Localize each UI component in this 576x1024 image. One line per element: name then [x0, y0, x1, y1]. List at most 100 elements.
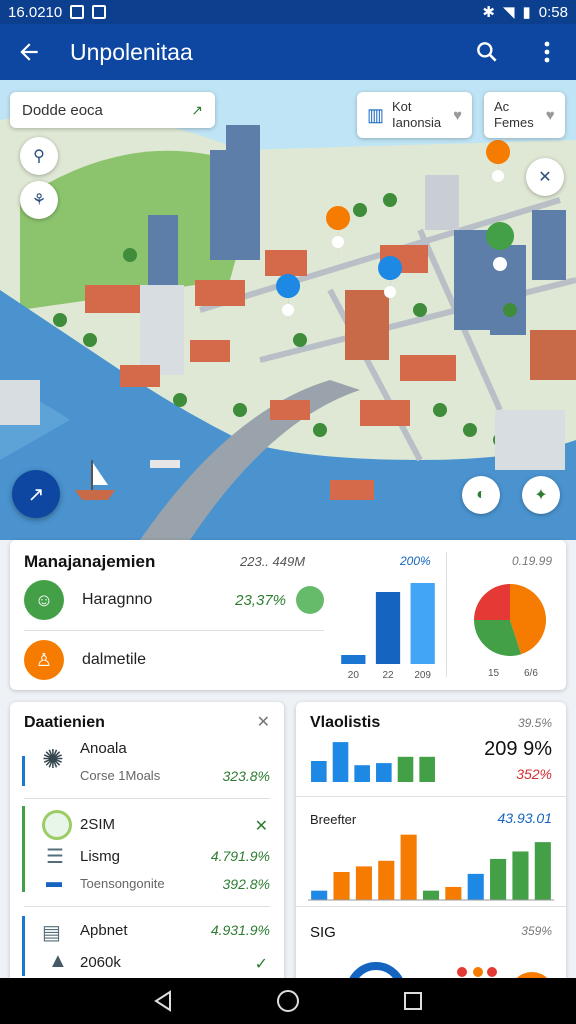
bar — [534, 842, 551, 900]
row-value: 23,37% — [235, 591, 286, 609]
triangle-back-icon — [153, 990, 171, 1012]
pie-label: 15 — [488, 668, 500, 679]
heart-icon[interactable]: ♥ — [546, 107, 555, 124]
bar-chart-header: 200% — [400, 554, 431, 568]
divider — [24, 906, 270, 907]
management-row[interactable]: ☺ Haragnno 23,37% — [24, 580, 324, 620]
bar — [410, 583, 435, 664]
search-button[interactable] — [472, 37, 502, 67]
entry-value: 4.931.9% — [210, 922, 270, 938]
locate-icon: ✦ — [534, 487, 548, 504]
entry-label: Anoala — [80, 740, 127, 757]
city-map[interactable] — [0, 80, 576, 540]
bar — [332, 742, 349, 782]
tick-label: 22 — [382, 670, 394, 680]
bluetooth-icon: ✱ — [482, 4, 495, 21]
layers-icon: ◐ — [476, 486, 486, 503]
nav-home-button[interactable] — [268, 981, 308, 1021]
check-circle-icon — [296, 586, 324, 614]
square-recents-icon — [404, 992, 423, 1010]
divider — [24, 630, 324, 631]
nav-back-button[interactable] — [143, 981, 183, 1021]
tower-icon: ▲ — [48, 950, 68, 972]
bike-mode-button[interactable]: ⚘ — [20, 181, 58, 219]
entry-sub: Toensongonite — [80, 876, 165, 891]
wifi-icon: ◥ — [502, 4, 515, 21]
chip-1-line1: Kot — [392, 99, 412, 114]
map-search-input[interactable]: Dodde eoca ↗ — [10, 92, 215, 128]
entry-value: 4.791.9% — [210, 848, 270, 864]
more-menu-button[interactable] — [532, 37, 562, 67]
list-item[interactable]: 2SIM ✕ ☰ Lismg 4.791.9% ▬ Toensongonite … — [24, 806, 270, 896]
bar — [445, 886, 462, 900]
bar — [341, 655, 366, 664]
close-icon[interactable]: ✕ — [257, 712, 270, 732]
management-title: Manajanajemien — [24, 552, 156, 571]
divider — [296, 796, 566, 797]
close-icon[interactable]: ✕ — [255, 816, 268, 836]
entry-label: Lismg — [80, 848, 121, 865]
nav-recents-button[interactable] — [393, 981, 433, 1021]
avatar: ♙ — [24, 640, 64, 680]
stats-bar-chart — [311, 742, 435, 782]
mini-bar-chart: 20 22 209 — [341, 583, 435, 680]
shop-icon: ▤ — [42, 922, 61, 944]
locate-button[interactable]: ✦ — [522, 476, 560, 514]
list-item[interactable]: ✺ Anoala Corse 1Moals 323.8% — [24, 736, 270, 796]
pie-label: 6/6 — [524, 668, 538, 679]
map-chip-2[interactable]: Ac Femes ♥ — [484, 92, 565, 138]
heart-icon[interactable]: ♥ — [453, 107, 462, 124]
search-icon — [477, 42, 497, 62]
bar — [400, 834, 417, 900]
stats-title: Vlaolistis — [310, 714, 381, 731]
tick-label: 20 — [348, 670, 360, 680]
bar — [333, 872, 350, 900]
bar — [378, 860, 395, 900]
chip-1-line2: Ianonsia — [392, 115, 442, 130]
stats-card: Vlaolistis 39.5% 209 9% 352% Breefter 43… — [296, 702, 566, 992]
stats-section-label: Breefter — [310, 812, 357, 827]
bar — [355, 866, 372, 900]
circle-home-icon — [276, 990, 299, 1012]
directions-icon[interactable]: ↗ — [191, 102, 203, 119]
management-row[interactable]: ♙ dalmetile — [24, 640, 324, 680]
divider — [24, 798, 270, 799]
bar — [467, 873, 484, 900]
navigate-fab[interactable]: ↗ — [12, 470, 60, 518]
mini-pie-chart: 15 6/6 — [474, 584, 546, 679]
entry-value: 392.8% — [222, 876, 270, 892]
layers-button[interactable]: ◐ — [462, 476, 500, 514]
image-notification-icon — [92, 5, 107, 19]
map-chip-1[interactable]: ▥ Kot Ianonsia ♥ — [357, 92, 473, 138]
list-item[interactable]: ▤ Apbnet 4.931.9% ▲ 2060k ✓ — [24, 916, 270, 986]
close-map-button[interactable]: ✕ — [526, 158, 564, 196]
stats-combo-bar-chart — [308, 834, 554, 901]
back-button[interactable] — [14, 37, 44, 67]
page-title: Unpolenitaa — [70, 38, 193, 65]
status-time-left: 16.0210 — [8, 3, 63, 21]
ferris-wheel-icon: ✺ — [42, 744, 64, 774]
stack-icon: ☰ — [46, 846, 64, 868]
stats-red-value: 352% — [516, 766, 552, 782]
dataset-title: Daatienien — [24, 714, 105, 731]
tick-label: 209 — [414, 670, 431, 680]
pie-slice — [474, 584, 510, 620]
entry-value: 323.8% — [222, 768, 270, 784]
people-icon: ☺ — [34, 589, 54, 610]
status-bar: 16.0210 ✱ ◥ ▮ 0:58 — [0, 0, 576, 24]
stats-section-label: SIG — [310, 924, 336, 941]
badge-icon — [42, 810, 72, 840]
divider — [446, 552, 447, 677]
walk-mode-button[interactable]: ⚲ — [20, 137, 58, 175]
app-bar: Unpolenitaa — [0, 24, 576, 80]
bar — [419, 756, 435, 782]
bar — [311, 890, 328, 900]
entry-sub: Corse 1Moals — [80, 768, 161, 783]
management-card: Manajanajemien 223.. 449M ☺ Haragnno 23,… — [10, 540, 566, 690]
entry-label: 2SIM — [80, 816, 116, 833]
chip-2-line2: Femes — [494, 115, 534, 130]
bus-icon: ▬ — [46, 874, 62, 891]
bar — [376, 763, 392, 782]
stats-section-value: 359% — [521, 924, 552, 938]
entry-label: 2060k — [80, 954, 121, 971]
